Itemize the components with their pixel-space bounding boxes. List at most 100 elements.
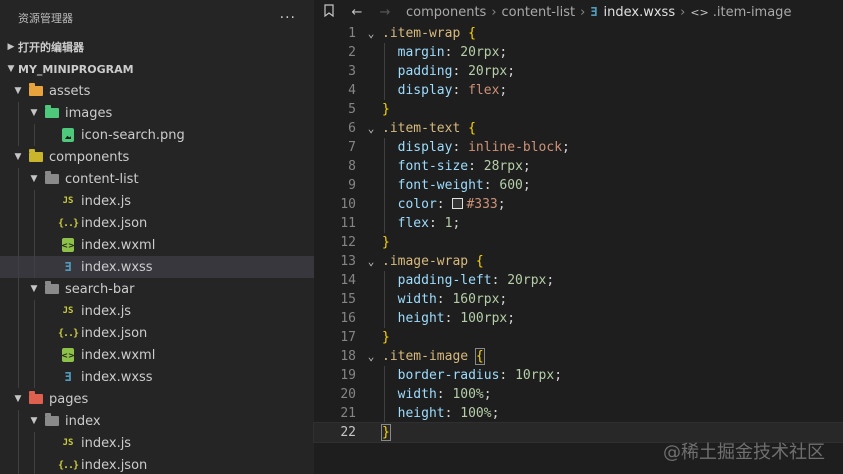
chevron-down-icon: ▼ (30, 174, 38, 184)
code-editor[interactable]: 1 ⌄ .item-wrap {2 margin: 20rpx; 3 padding:… (313, 24, 843, 474)
code-line[interactable]: 4 display: flex; (314, 81, 843, 100)
code-line[interactable]: 13 ⌄ .image-wrap { (314, 252, 843, 271)
tree-item-label: index.wxml (81, 237, 156, 253)
forward-arrow-icon[interactable]: → (378, 5, 392, 20)
code-line[interactable]: 8 font-size: 28rpx; (314, 157, 843, 176)
chevron-down-icon: ▼ (30, 108, 38, 118)
folder-item[interactable]: ▼ assets (0, 80, 314, 102)
code-line[interactable]: 16 height: 100rpx; (314, 309, 843, 328)
js-file-icon: JS (60, 193, 76, 209)
open-editors-section[interactable]: ▶ 打开的编辑器 (0, 36, 314, 58)
line-number: 10 (340, 197, 356, 212)
indent-guide (18, 190, 19, 212)
fold-chevron-icon[interactable]: ⌄ (360, 24, 382, 43)
file-item[interactable]: {..} index.json (0, 454, 314, 474)
js-file-icon-glyph: JS (62, 196, 74, 206)
chevron-down-icon: ▼ (14, 86, 22, 96)
fold-gutter (360, 271, 382, 290)
token-prop: color (397, 197, 437, 212)
fold-chevron-icon[interactable]: ⌄ (360, 347, 382, 366)
code-line[interactable]: 12} (314, 233, 843, 252)
fold-chevron-icon[interactable]: ⌄ (360, 252, 382, 271)
line-number: 15 (340, 292, 356, 307)
line-number: 3 (348, 64, 356, 79)
indent-guide (384, 214, 385, 233)
indent-guide (384, 404, 385, 423)
file-item[interactable]: {..} index.json (0, 322, 314, 344)
token-code: : (483, 178, 500, 193)
code-line[interactable]: 6 ⌄ .item-text { (314, 119, 843, 138)
code-line[interactable]: 20 width: 100%; (314, 385, 843, 404)
fold-chevron-icon[interactable]: ⌄ (360, 119, 382, 138)
code-line[interactable]: 11 flex: 1; (314, 214, 843, 233)
token-prop: display (397, 140, 453, 155)
code-line[interactable]: 7 display: inline-block; (314, 138, 843, 157)
folder-item[interactable]: ▼ search-bar (0, 278, 314, 300)
breadcrumb-item-components[interactable]: components (406, 5, 486, 20)
folder-item[interactable]: ▼ content-list (0, 168, 314, 190)
folder-item[interactable]: ▼ components (0, 146, 314, 168)
token-code: : (452, 64, 469, 79)
token-num: 600 (499, 178, 523, 193)
tree-item-label: index.js (81, 193, 132, 209)
tree-item-label: index.json (81, 325, 148, 341)
code-line[interactable]: 2 margin: 20rpx; (314, 43, 843, 62)
code-line[interactable]: 9 font-weight: 600; (314, 176, 843, 195)
token-unit: rpx (522, 273, 547, 288)
folder-item[interactable]: ▼ pages (0, 388, 314, 410)
file-item[interactable]: <> index.wxml (0, 344, 314, 366)
file-item[interactable]: JS index.js (0, 190, 314, 212)
code-text: display: flex; (382, 81, 508, 100)
js-file-icon: JS (60, 435, 76, 451)
file-item[interactable]: Ǝindex.wxss (0, 256, 314, 278)
token-brace: } (381, 424, 391, 441)
tree-item-label: assets (49, 83, 91, 99)
project-section[interactable]: ▼ MY_MINIPROGRAM (0, 58, 314, 80)
folder-icon-glyph (45, 281, 59, 294)
more-actions-icon[interactable]: ··· (280, 10, 296, 26)
token-code: ; (452, 216, 461, 231)
folder-icon (44, 171, 60, 187)
code-line[interactable]: 3 padding: 20rpx; (314, 62, 843, 81)
breadcrumb-item-content-list[interactable]: content-list (502, 5, 576, 20)
folder-item[interactable]: ▼ index (0, 410, 314, 432)
breadcrumb-item-symbol[interactable]: .item-image (713, 5, 792, 20)
file-item[interactable]: <> index.wxml (0, 234, 314, 256)
code-line[interactable]: 14 padding-left: 20rpx; (314, 271, 843, 290)
code-text: } (382, 100, 390, 119)
line-number: 2 (348, 45, 356, 60)
code-text: color: #333; (382, 195, 506, 214)
token-prop: padding-left (397, 273, 492, 288)
token-prop: width (397, 387, 437, 402)
code-text: flex: 1; (382, 214, 461, 233)
file-item[interactable]: JS index.js (0, 432, 314, 454)
json-file-icon: {..} (58, 325, 79, 341)
bookmark-icon[interactable] (322, 3, 336, 21)
json-file-icon: {..} (57, 457, 79, 473)
code-line[interactable]: 17} (314, 328, 843, 347)
fold-gutter (360, 290, 382, 309)
file-item[interactable]: JS index.js (0, 300, 314, 322)
token-code: : (444, 45, 461, 60)
file-item[interactable]: Ǝindex.wxss (0, 366, 314, 388)
code-line[interactable]: 5} (314, 100, 843, 119)
token-brace: { (468, 26, 476, 41)
code-line[interactable]: 1 ⌄ .item-wrap { (314, 24, 843, 43)
code-line[interactable]: 15 width: 160rpx; (314, 290, 843, 309)
indent-guide (18, 168, 19, 190)
code-line[interactable]: 19 border-radius: 10rpx; (314, 366, 843, 385)
indent-guide (384, 290, 385, 309)
file-item[interactable]: icon-search.png (0, 124, 314, 146)
code-line[interactable]: 10 color: #333; (314, 195, 843, 214)
code-line[interactable]: 21 height: 100%; (314, 404, 843, 423)
indent-guide (384, 62, 385, 81)
json-file-icon-glyph: {..} (57, 459, 79, 471)
file-item[interactable]: {..} index.json (0, 212, 314, 234)
breadcrumb-item-file[interactable]: index.wxss (604, 5, 676, 20)
token-code: ; (522, 159, 531, 174)
back-arrow-icon[interactable]: ← (350, 5, 364, 20)
line-number: 16 (340, 311, 356, 326)
code-line[interactable]: 18 ⌄ .item-image { (314, 347, 843, 366)
folder-item[interactable]: ▼ images (0, 102, 314, 124)
folder-icon-glyph (45, 105, 59, 118)
